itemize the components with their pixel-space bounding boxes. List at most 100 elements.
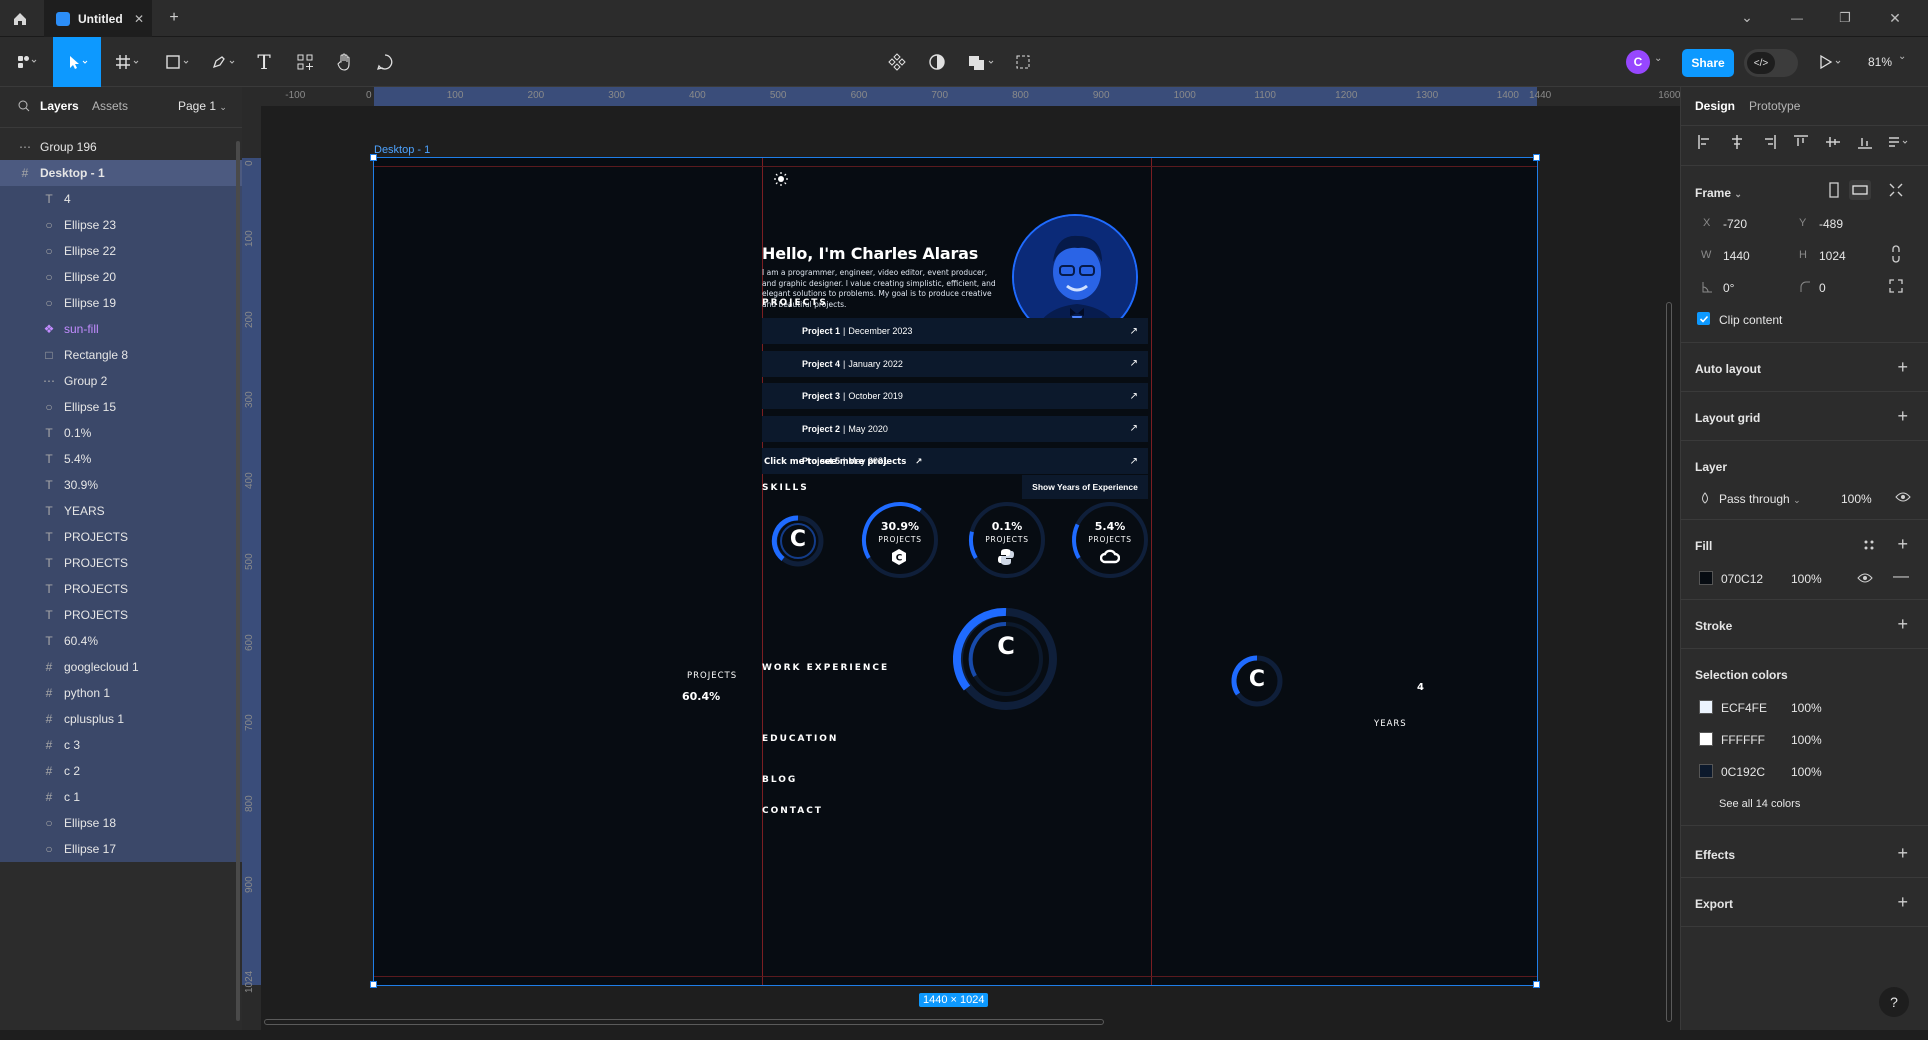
independent-corners-icon[interactable] [1889,279,1903,298]
selection-color-opacity[interactable]: 100% [1791,701,1822,715]
layer-item[interactable]: T PROJECTS [0,524,242,550]
layer-item[interactable]: ○ Ellipse 19 [0,290,242,316]
desktop-frame[interactable]: Hello, I'm Charles Alaras I am a program… [373,157,1538,986]
layer-item[interactable]: T YEARS [0,498,242,524]
selection-handle-br[interactable] [1533,981,1540,988]
pen-tool-icon[interactable] [206,49,242,75]
remove-fill-icon[interactable]: — [1893,568,1909,586]
nav-item[interactable]: BLOG [762,775,797,785]
selection-color-swatch[interactable] [1699,764,1713,778]
fill-opacity-field[interactable]: 100% [1791,572,1822,586]
layer-item[interactable]: # python 1 [0,680,242,706]
add-fill-button[interactable]: + [1897,534,1908,555]
align-bottom-icon[interactable] [1857,134,1873,155]
external-link-icon[interactable]: ↗ [1130,326,1138,337]
help-button[interactable]: ? [1879,987,1909,1017]
close-tab-icon[interactable]: ✕ [134,12,144,26]
fill-visibility-icon[interactable] [1857,571,1873,589]
layer-item[interactable]: ❖ sun-fill [0,316,242,342]
selection-color-swatch[interactable] [1699,700,1713,714]
resources-icon[interactable] [292,49,318,75]
more-projects-link[interactable]: Click me to see more projects ↗ [764,457,922,467]
layer-item[interactable]: T PROJECTS [0,576,242,602]
external-link-icon[interactable]: ↗ [1130,456,1138,467]
blend-mode-select[interactable]: Pass through ⌄ [1719,492,1801,506]
boolean-icon[interactable] [962,49,1002,75]
layer-item[interactable]: ⋯ Group 196 [0,134,242,160]
external-link-icon[interactable]: ↗ [1130,391,1138,402]
layer-item[interactable]: ○ Ellipse 23 [0,212,242,238]
layer-item[interactable]: T PROJECTS [0,602,242,628]
chevron-down-icon[interactable]: ⌄ [1736,6,1758,28]
left-panel-scrollbar[interactable] [236,141,240,1021]
crop-icon[interactable] [1010,49,1036,75]
see-all-colors-link[interactable]: See all 14 colors [1719,798,1800,810]
add-stroke-button[interactable]: + [1897,614,1908,635]
add-auto-layout-button[interactable]: + [1897,357,1908,378]
align-right-icon[interactable] [1761,134,1777,155]
constrain-proportions-icon[interactable] [1889,245,1903,268]
corner-radius-field[interactable]: 0 [1819,281,1826,295]
project-row[interactable]: Project 1 | December 2023 ↗ [762,318,1148,344]
distribute-icon[interactable] [1887,134,1911,155]
tab-design[interactable]: Design [1695,99,1735,113]
add-tab-button[interactable]: + [164,8,184,28]
layer-item[interactable]: T 30.9% [0,472,242,498]
external-link-icon[interactable]: ↗ [1130,423,1138,434]
selection-color-opacity[interactable]: 100% [1791,733,1822,747]
y-field[interactable]: -489 [1819,217,1843,231]
canvas-scrollbar-vertical[interactable] [1666,302,1672,1022]
fill-swatch[interactable] [1699,571,1713,585]
selection-handle-tl[interactable] [370,154,377,161]
selection-color-hex[interactable]: 0C192C [1721,765,1765,779]
page-selector[interactable]: Page 1 ⌄ [178,99,227,113]
resize-to-fit-icon[interactable] [1889,183,1903,202]
layer-item[interactable]: T 5.4% [0,446,242,472]
add-layout-grid-button[interactable]: + [1897,406,1908,427]
move-tool-button[interactable] [53,37,101,87]
layer-item[interactable]: # c 2 [0,758,242,784]
home-icon[interactable] [8,8,32,30]
layer-opacity-field[interactable]: 100% [1841,492,1872,506]
layer-item[interactable]: T4 [0,186,242,212]
layer-item[interactable]: ○ Ellipse 15 [0,394,242,420]
comment-tool-icon[interactable] [372,49,398,75]
user-avatar[interactable]: C [1626,50,1650,74]
add-export-button[interactable]: + [1897,892,1908,913]
close-window-button[interactable]: ✕ [1884,8,1906,28]
show-experience-button[interactable]: Show Years of Experience [1022,475,1148,499]
project-row[interactable]: Project 4 | January 2022 ↗ [762,350,1148,377]
fill-hex-field[interactable]: 070C12 [1721,572,1763,586]
layer-item[interactable]: T PROJECTS [0,550,242,576]
align-left-icon[interactable] [1697,134,1713,155]
selection-color-hex[interactable]: ECF4FE [1721,701,1767,715]
project-row[interactable]: Project 2 | May 2020 ↗ [762,415,1148,442]
nav-item[interactable]: CONTACT [762,806,823,816]
sun-fill-icon[interactable] [774,172,788,191]
layer-item[interactable]: T 0.1% [0,420,242,446]
minimize-button[interactable]: — [1786,8,1808,28]
zoom-chevron-icon[interactable]: ⌄ [1898,51,1906,62]
layer-item[interactable]: T 60.4% [0,628,242,654]
present-icon[interactable] [1814,49,1848,75]
component-icon[interactable] [884,49,910,75]
canvas[interactable]: -100 0 100 200 300 400 500 600 700 800 900 1000 1100… [242,87,1680,1030]
zoom-level[interactable]: 81% [1868,55,1892,69]
align-center-v-icon[interactable] [1825,134,1841,155]
text-tool-icon[interactable]: T [252,49,276,75]
project-row[interactable]: Project 3 | October 2019 ↗ [762,383,1148,409]
fill-styles-icon[interactable] [1863,538,1875,556]
rectangle-tool-icon[interactable] [160,49,196,75]
selection-handle-bl[interactable] [370,981,377,988]
layer-item[interactable]: # c 1 [0,784,242,810]
frame-tool-icon[interactable] [110,49,146,75]
layer-item[interactable]: ○ Ellipse 17 [0,836,242,862]
layer-item[interactable]: # Desktop - 1 [0,160,242,186]
align-center-h-icon[interactable] [1729,134,1745,155]
tab-prototype[interactable]: Prototype [1749,99,1800,113]
selection-color-opacity[interactable]: 100% [1791,765,1822,779]
layer-item[interactable]: # googlecloud 1 [0,654,242,680]
portrait-icon[interactable] [1827,181,1841,204]
frame-section-title[interactable]: Frame ⌄ [1695,186,1742,200]
selection-handle-tr[interactable] [1533,154,1540,161]
